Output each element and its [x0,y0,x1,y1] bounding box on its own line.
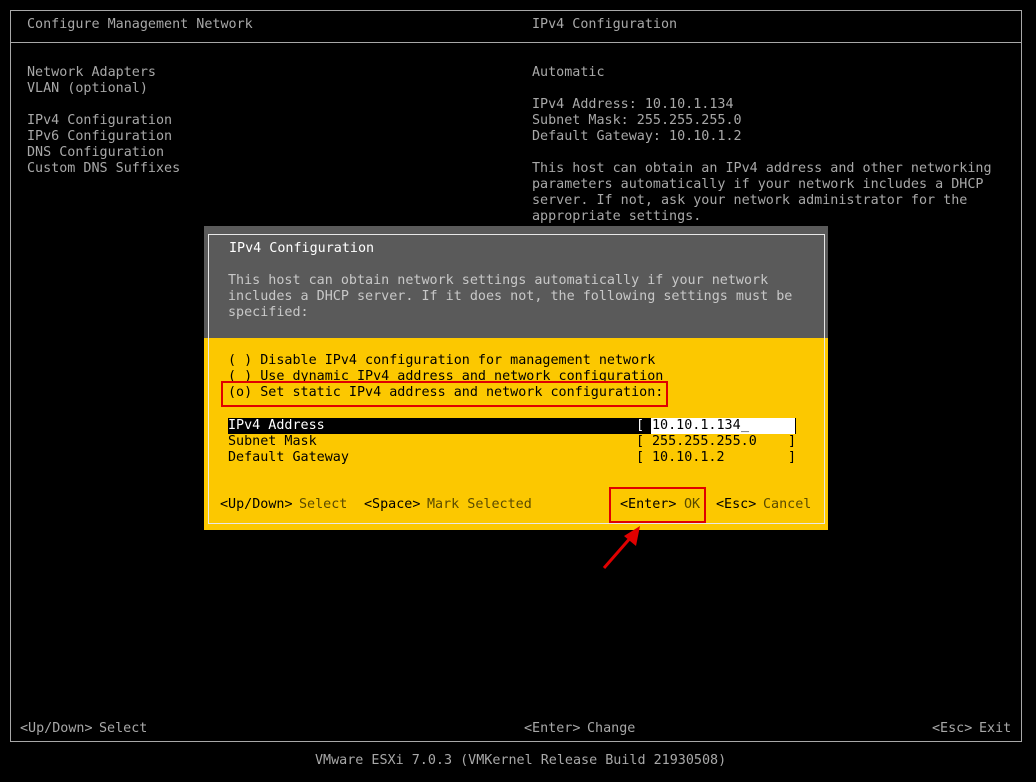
left-panel-title: Configure Management Network [27,17,253,32]
footer-updown-label: Select [99,721,148,736]
text-cursor: _ [741,418,750,433]
bracket-close: ] [788,434,797,449]
footer-updown-key: <Up/Down> [20,721,93,736]
version-string: VMware ESXi 7.0.3 (VMKernel Release Buil… [315,753,727,768]
menu-item-network-adapters[interactable]: Network Adapters [27,65,156,81]
menu-item-vlan[interactable]: VLAN (optional) [27,81,148,97]
default-gateway-input[interactable]: 10.10.1.2 [652,450,725,466]
option-disable-ipv4[interactable]: ( ) Disable IPv4 configuration for manag… [228,353,655,369]
menu-item-dns-configuration[interactable]: DNS Configuration [27,145,164,161]
hint-space-key: <Space> [364,497,421,512]
footer-enter-key: <Enter> [524,721,581,736]
field-label-default-gateway: Default Gateway [228,450,349,465]
bracket-open: [ [636,434,645,449]
field-label-ipv4-address: IPv4 Address [228,418,325,433]
info-description-line: appropriate settings. [532,209,702,224]
hint-updown-key: <Up/Down> [220,497,293,512]
footer-esc-label: Exit [979,721,1012,736]
bracket-open: [ [636,450,645,465]
dialog-description-line: This host can obtain network settings au… [228,273,769,288]
menu-item-ipv6-configuration[interactable]: IPv6 Configuration [27,129,172,145]
static-option-highlight [221,381,668,407]
cancel-button-label: Cancel [763,497,812,512]
info-description-line: parameters automatically if your network… [532,177,984,192]
dialog-title: IPv4 Configuration [229,241,375,256]
cancel-button[interactable]: <Esc> Cancel [716,497,814,513]
menu-item-ipv4-configuration[interactable]: IPv4 Configuration [27,113,172,129]
menu-item-custom-dns-suffixes[interactable]: Custom DNS Suffixes [27,161,180,177]
info-description-line: server. If not, ask your network adminis… [532,193,968,208]
info-subnet-mask: Subnet Mask: 255.255.255.0 [532,113,742,128]
info-description-line: This host can obtain an IPv4 address and… [532,161,992,176]
ipv4-mode: Automatic [532,65,605,80]
footer-esc-key: <Esc> [932,721,973,736]
bracket-close: ] [788,418,797,433]
dialog-description-line: includes a DHCP server. If it does not, … [228,289,793,304]
arrow-icon [602,526,640,569]
subnet-mask-input[interactable]: 255.255.255.0 [652,434,757,450]
bracket-close: ] [788,450,797,465]
right-panel-title: IPv4 Configuration [532,17,678,32]
footer-enter-label: Change [587,721,636,736]
dialog-description-line: specified: [228,305,309,320]
info-default-gateway: Default Gateway: 10.10.1.2 [532,129,742,144]
bracket-open: [ [636,418,645,433]
cancel-button-key: <Esc> [716,497,757,512]
field-label-subnet-mask: Subnet Mask [228,434,317,449]
header-divider [10,42,1022,43]
hint-updown-label: Select [299,497,348,512]
hint-space-label: Mark Selected [427,497,532,512]
ok-button-highlight [609,487,706,523]
info-ipv4-address: IPv4 Address: 10.10.1.134 [532,97,734,112]
ipv4-address-input[interactable]: 10.10.1.134 [652,418,741,434]
